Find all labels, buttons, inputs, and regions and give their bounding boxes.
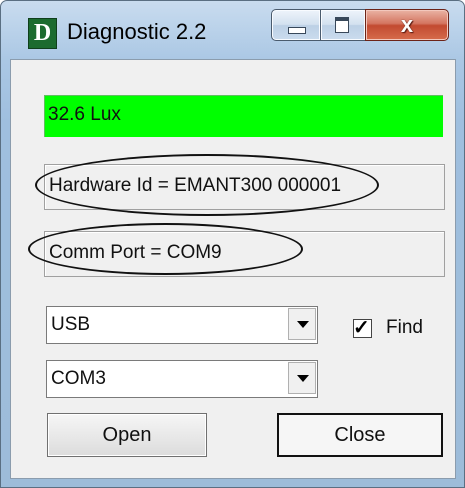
chevron-down-icon[interactable]: [288, 362, 316, 394]
checkmark-icon: ✓: [353, 317, 370, 339]
port-select-value: COM3: [51, 368, 106, 389]
lux-reading-panel: 32.6 Lux: [44, 95, 443, 137]
chevron-down-icon[interactable]: [288, 308, 316, 340]
maximize-icon: [335, 17, 349, 33]
interface-select[interactable]: USB: [46, 306, 318, 344]
client-area: 32.6 Lux Hardware Id = EMANT300 000001 C…: [10, 59, 456, 479]
title-bar[interactable]: D Diagnostic 2.2 x: [1, 1, 464, 59]
app-icon[interactable]: D: [28, 18, 57, 49]
close-icon: x: [400, 12, 414, 37]
hardware-id-text: Hardware Id = EMANT300 000001: [49, 175, 342, 196]
caption-buttons: x: [271, 9, 449, 43]
find-checkbox[interactable]: ✓: [353, 317, 372, 339]
diagnostic-window: D Diagnostic 2.2 x 32.6 Lux Hardware Id …: [0, 0, 465, 488]
minimize-icon: [288, 27, 306, 34]
interface-select-value: USB: [51, 314, 91, 335]
find-label[interactable]: Find: [386, 317, 423, 339]
open-button[interactable]: Open: [47, 413, 207, 457]
comm-port-text: Comm Port = COM9: [49, 242, 222, 263]
window-title: Diagnostic 2.2: [67, 19, 207, 44]
minimize-button[interactable]: [271, 9, 321, 41]
port-select[interactable]: COM3: [46, 360, 318, 398]
close-button[interactable]: Close: [277, 413, 443, 457]
lux-reading: 32.6 Lux: [48, 104, 121, 125]
comm-port-panel: Comm Port = COM9: [44, 231, 445, 277]
hardware-id-panel: Hardware Id = EMANT300 000001: [44, 164, 445, 210]
close-window-button[interactable]: x: [365, 9, 449, 41]
maximize-button[interactable]: [320, 9, 366, 41]
